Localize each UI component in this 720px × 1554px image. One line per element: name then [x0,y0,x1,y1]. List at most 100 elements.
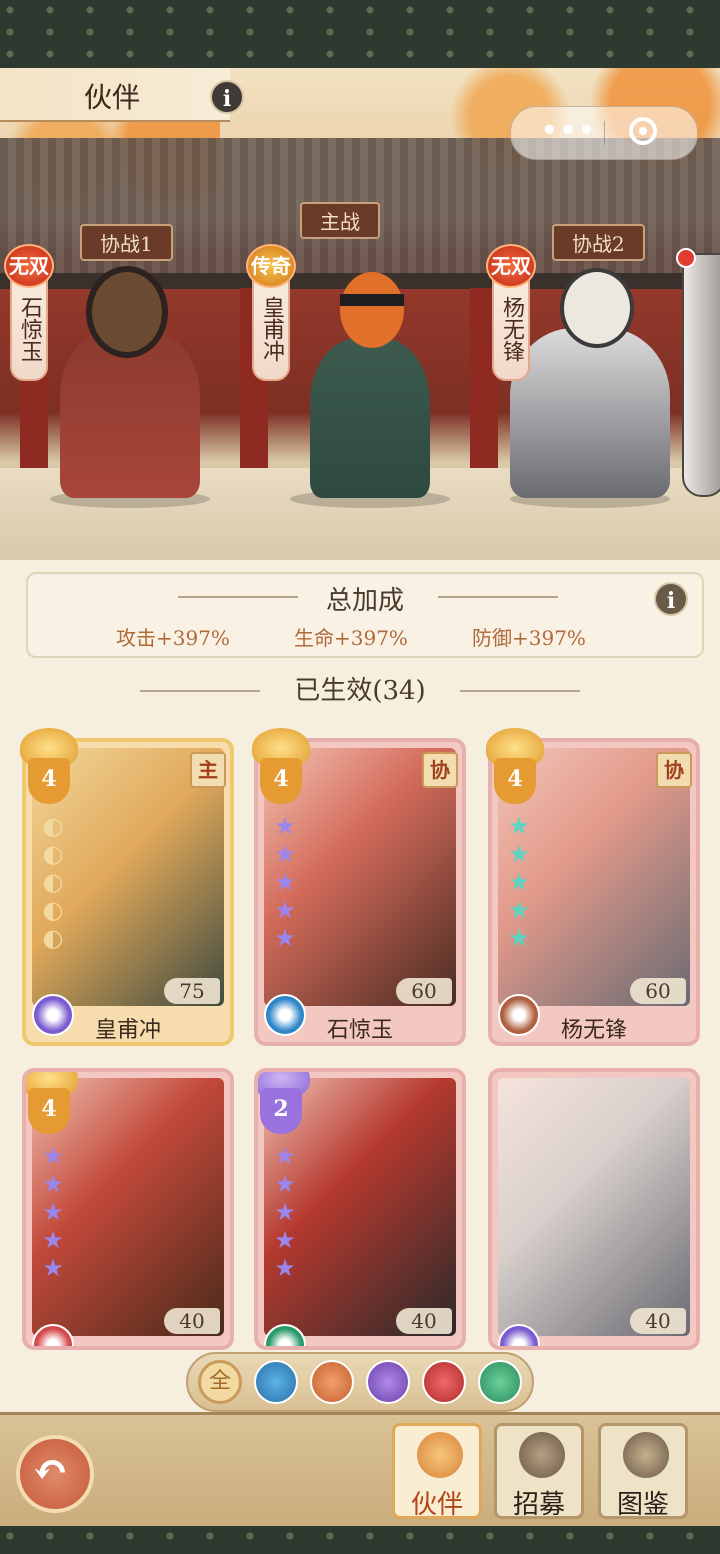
star-icon: ★ [274,1226,296,1254]
defense-bonus: 防御+397% [472,626,586,650]
star-rating: ★ ★ ★ ★ ★ [270,1142,300,1282]
star-icon: ★ [274,840,296,868]
bonus-info-icon[interactable]: i [654,582,688,616]
miniprogram-capsule: ••• [510,106,698,160]
more-icon[interactable]: ••• [541,118,597,144]
star-icon: ★ [508,924,530,952]
assist1-name: 石惊玉 [17,296,42,362]
rank-number: 4 [494,758,536,804]
star-icon: ★ [42,1198,64,1226]
assist2-badge: 无双 [486,244,536,288]
partner-card[interactable]: 4 协 ★ ★ ★ ★ ★ 60 杨无锋 [486,728,700,1046]
info-icon[interactable]: i [210,80,244,114]
role-tag: 协 [656,752,692,788]
rank-number: 4 [28,1088,70,1134]
total-bonus-panel: 总加成 攻击+397% 生命+397% 防御+397% i [26,572,704,658]
star-rating: ★ ★ ★ ★ ★ [270,812,300,952]
rank-badge: 4 [26,1072,84,1134]
filter-fire-icon[interactable] [310,1360,354,1404]
partner-level: 40 [396,1308,452,1334]
star-icon: ★ [274,1142,296,1170]
star-icon: ★ [274,896,296,924]
assist1-badge: 无双 [4,244,54,288]
nav-recruit-button[interactable]: 招募 [494,1423,584,1520]
moon-rating: ◐ ◐ ◐ ◐ ◐ [38,812,68,952]
star-rating: ★ ★ ★ ★ ★ [504,812,534,952]
partner-level: 40 [164,1308,220,1334]
assist1-character[interactable] [20,258,230,508]
star-icon: ★ [274,1170,296,1198]
star-icon: ★ [42,1254,64,1282]
assist1-plate: 协战1 [80,224,173,261]
partner-name: 皇甫冲 [94,1018,161,1043]
rank-badge: 2 [258,1072,316,1134]
main-character[interactable] [270,258,460,508]
back-arrow-icon: ↶ [32,1445,69,1496]
rank-badge: 4 [14,728,84,804]
partner-icon [417,1432,463,1478]
main-badge: 传奇 [246,244,296,288]
page-title: 伙伴 [84,81,141,114]
bottom-border-strip [0,1526,720,1554]
partner-card[interactable]: 40 [488,1068,700,1350]
bottom-nav: ↶ 伙伴 招募 图鉴 [0,1412,720,1529]
filter-blood-icon[interactable] [422,1360,466,1404]
partner-level: 60 [396,978,452,1004]
rank-number: 4 [260,758,302,804]
rank-number: 2 [260,1088,302,1134]
partner-card[interactable]: 2 ★ ★ ★ ★ ★ 40 [254,1068,466,1350]
partner-level: 60 [630,978,686,1004]
moon-icon: ◐ [42,868,64,896]
codex-icon [623,1432,669,1478]
nav-partner-button[interactable]: 伙伴 [392,1423,482,1520]
close-target-icon[interactable] [629,117,657,145]
filter-wood-icon[interactable] [478,1360,522,1404]
nav-codex-button[interactable]: 图鉴 [598,1423,688,1520]
partner-card[interactable]: 4 ★ ★ ★ ★ ★ 40 [22,1068,234,1350]
element-filter-bar: 全 [186,1352,534,1412]
rank-badge: 4 [480,728,550,804]
moon-icon: ◐ [42,812,64,840]
filter-shadow-icon[interactable] [366,1360,410,1404]
role-tag: 协 [422,752,458,788]
star-icon: ★ [274,868,296,896]
star-icon: ★ [42,1170,64,1198]
recruit-icon [519,1432,565,1478]
partner-card[interactable]: 4 协 ★ ★ ★ ★ ★ 60 石惊玉 [252,728,466,1046]
top-border-strip [0,0,720,68]
attack-bonus: 攻击+397% [116,626,230,650]
rank-badge: 4 [246,728,316,804]
assist2-name: 杨无锋 [499,296,524,362]
partner-name: 杨无锋 [560,1018,627,1043]
star-rating: ★ ★ ★ ★ ★ [38,1142,68,1282]
star-icon: ★ [42,1142,64,1170]
nav-codex-label: 图鉴 [616,1490,669,1520]
formation-scene: 协战1 主战 协战2 石惊玉 无双 皇甫冲 传奇 杨无锋 无双 伙伴 i ••• [0,68,720,560]
sword-prop [682,253,720,497]
star-icon: ★ [508,840,530,868]
star-icon: ★ [274,812,296,840]
filter-all-button[interactable]: 全 [198,1360,242,1404]
moon-icon: ◐ [42,840,64,868]
star-icon: ★ [274,1254,296,1282]
star-icon: ★ [508,896,530,924]
star-icon: ★ [42,1226,64,1254]
star-icon: ★ [274,1198,296,1226]
notification-dot [676,248,696,268]
moon-icon: ◐ [42,924,64,952]
partner-portrait [498,1078,690,1336]
filter-water-icon[interactable] [254,1360,298,1404]
partner-card[interactable]: 4 主 ◐ ◐ ◐ ◐ ◐ 75 皇甫冲 [20,728,234,1046]
star-icon: ★ [274,924,296,952]
partner-level: 40 [630,1308,686,1334]
moon-icon: ◐ [42,896,64,924]
partner-level: 75 [164,978,220,1004]
back-button[interactable]: ↶ [16,1435,94,1513]
nav-recruit-label: 招募 [512,1490,565,1520]
star-icon: ★ [508,868,530,896]
rank-number: 4 [28,758,70,804]
main-name: 皇甫冲 [259,296,284,362]
partner-name: 石惊玉 [326,1018,393,1043]
bonus-title: 总加成 [325,586,404,616]
active-count-title: 已生效(34) [294,676,426,706]
